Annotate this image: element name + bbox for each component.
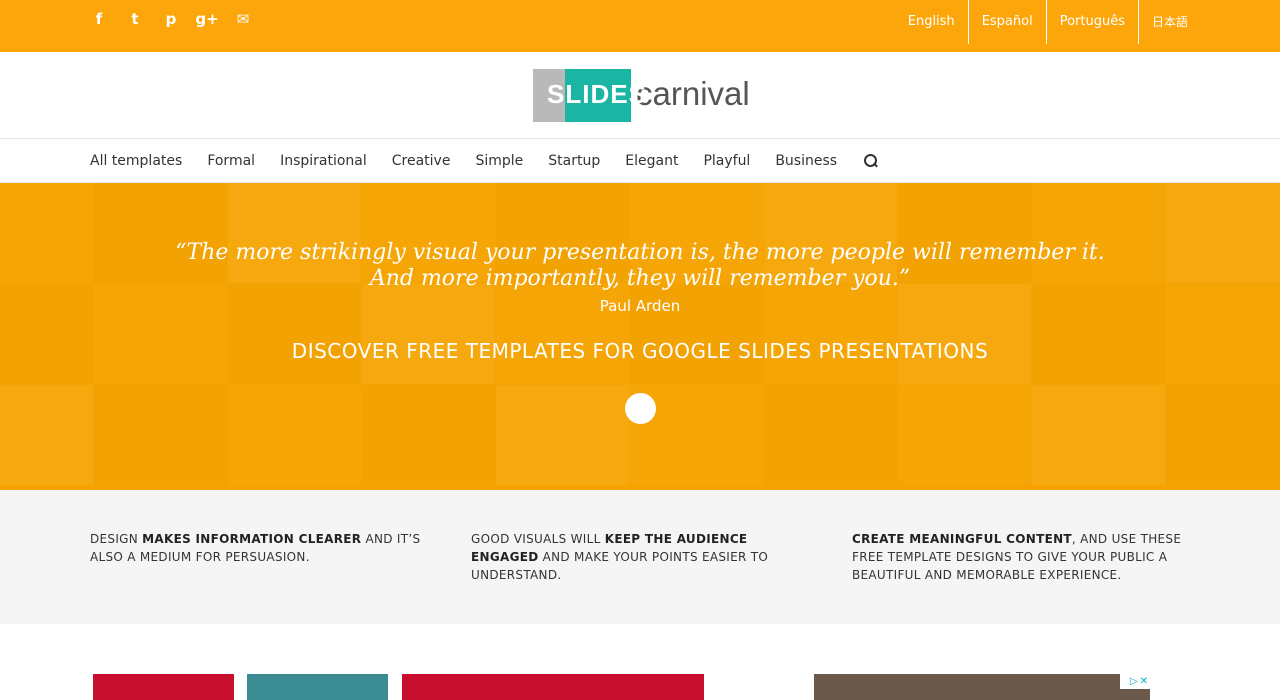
lang-espanol[interactable]: Español <box>967 0 1046 44</box>
pinterest-icon[interactable]: p <box>162 10 180 28</box>
site-logo[interactable]: SLIDES carnival <box>533 68 750 123</box>
google-plus-icon[interactable]: g+ <box>195 10 218 28</box>
top-bar: f t p g+ ✉ English Español Português 日本語 <box>0 0 1280 52</box>
email-icon[interactable]: ✉ <box>234 10 252 28</box>
feature-3: CREATE MEANINGFUL CONTENT, AND USE THESE… <box>852 532 1182 582</box>
hero-quote-line-2: And more importantly, they will remember… <box>369 266 911 291</box>
logo-mark: SLIDES <box>533 68 646 123</box>
lang-portugues[interactable]: Português <box>1045 0 1138 44</box>
main-nav: All templates Formal Inspirational Creat… <box>0 139 1280 183</box>
nav-playful[interactable]: Playful <box>703 153 750 169</box>
feature-1: DESIGN MAKES INFORMATION CLEARER AND IT’… <box>90 532 421 564</box>
nav-creative[interactable]: Creative <box>392 153 451 169</box>
advertisement[interactable]: ▷ ✕ <box>814 674 1150 700</box>
nav-all-templates[interactable]: All templates <box>90 153 182 169</box>
search-icon[interactable] <box>863 153 879 169</box>
facebook-icon[interactable]: f <box>90 10 108 28</box>
hero-scroll-button[interactable] <box>625 393 656 424</box>
feature-2: GOOD VISUALS WILL KEEP THE AUDIENCE ENGA… <box>471 532 769 582</box>
nav-business[interactable]: Business <box>775 153 837 169</box>
social-links: f t p g+ ✉ <box>90 10 252 28</box>
ad-info-icon[interactable]: ▷ <box>1130 676 1138 687</box>
hero-banner[interactable] <box>0 183 1280 490</box>
nav-elegant[interactable]: Elegant <box>625 153 678 169</box>
features-section: DESIGN MAKES INFORMATION CLEARER AND IT’… <box>0 490 1280 624</box>
nav-formal[interactable]: Formal <box>207 153 255 169</box>
language-switcher: English Español Português 日本語 <box>895 0 1190 44</box>
nav-inspirational[interactable]: Inspirational <box>280 153 367 169</box>
ad-choices-badge[interactable]: ▷ ✕ <box>1120 674 1150 689</box>
twitter-icon[interactable]: t <box>126 10 144 28</box>
nav-startup[interactable]: Startup <box>548 153 600 169</box>
hero-quote: “The more strikingly visual your present… <box>0 240 1280 292</box>
logo-text: SLIDES <box>547 79 647 109</box>
hero-cta-heading[interactable]: DISCOVER FREE TEMPLATES FOR GOOGLE SLIDE… <box>0 339 1280 363</box>
ad-close-icon[interactable]: ✕ <box>1140 676 1148 687</box>
logo-word: carnival <box>636 74 750 112</box>
hero-quote-line-1: “The more strikingly visual your present… <box>175 240 1105 265</box>
template-thumb-1[interactable] <box>93 674 234 700</box>
template-thumb-3[interactable] <box>402 674 704 700</box>
nav-simple[interactable]: Simple <box>475 153 523 169</box>
template-thumb-2[interactable] <box>247 674 388 700</box>
hero-quote-author: Paul Arden <box>599 297 681 315</box>
site-header: SLIDES carnival <box>0 52 1280 139</box>
lang-english[interactable]: English <box>895 0 968 44</box>
lang-japanese[interactable]: 日本語 <box>1137 0 1190 44</box>
